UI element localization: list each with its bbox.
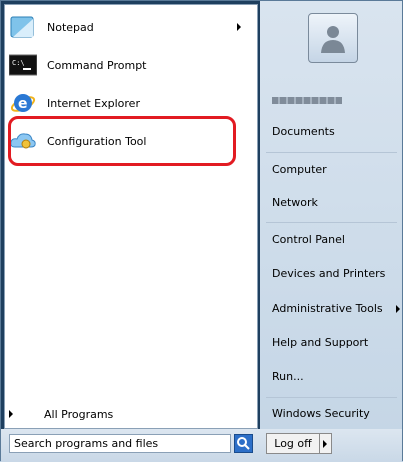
right-item-control-panel[interactable]: Control Panel bbox=[272, 233, 345, 246]
right-arrow-icon bbox=[9, 410, 13, 418]
svg-text:e: e bbox=[18, 96, 28, 112]
svg-text:C:\: C:\ bbox=[12, 59, 25, 67]
program-internet-explorer[interactable]: e Internet Explorer bbox=[7, 87, 249, 119]
right-item-run[interactable]: Run... bbox=[272, 370, 304, 383]
logoff-button[interactable]: Log off bbox=[266, 433, 320, 454]
program-label: Notepad bbox=[47, 20, 94, 34]
program-label: Internet Explorer bbox=[47, 96, 140, 110]
program-label: Command Prompt bbox=[47, 58, 147, 72]
search-button[interactable] bbox=[234, 434, 253, 453]
right-item-documents[interactable]: Documents bbox=[272, 125, 335, 138]
divider bbox=[266, 152, 397, 153]
right-panel bbox=[260, 1, 402, 432]
all-programs-label: All Programs bbox=[44, 407, 114, 421]
search-input[interactable]: Search programs and files bbox=[9, 434, 231, 453]
divider bbox=[266, 222, 397, 223]
program-command-prompt[interactable]: C:\ Command Prompt bbox=[7, 49, 249, 81]
right-item-windows-security[interactable]: Windows Security bbox=[272, 407, 370, 420]
submenu-arrow-icon[interactable] bbox=[237, 23, 241, 31]
divider bbox=[266, 397, 397, 398]
highlight-box bbox=[8, 116, 236, 166]
command-prompt-icon: C:\ bbox=[7, 49, 39, 81]
right-item-devices[interactable]: Devices and Printers bbox=[272, 267, 385, 280]
internet-explorer-icon: e bbox=[7, 87, 39, 119]
right-item-network[interactable]: Network bbox=[272, 196, 318, 209]
right-item-help[interactable]: Help and Support bbox=[272, 336, 368, 349]
submenu-arrow-icon[interactable] bbox=[396, 305, 400, 313]
logoff-options-button[interactable] bbox=[320, 433, 332, 454]
user-avatar[interactable] bbox=[308, 13, 358, 63]
all-programs-item[interactable]: All Programs bbox=[9, 403, 251, 425]
start-menu: Notepad C:\ Command Prompt e Internet Ex… bbox=[0, 0, 403, 462]
notepad-icon bbox=[7, 11, 39, 43]
username-redacted[interactable] bbox=[272, 97, 342, 104]
program-notepad[interactable]: Notepad bbox=[7, 11, 249, 43]
right-item-admin-tools[interactable]: Administrative Tools bbox=[272, 302, 383, 315]
right-item-computer[interactable]: Computer bbox=[272, 163, 327, 176]
